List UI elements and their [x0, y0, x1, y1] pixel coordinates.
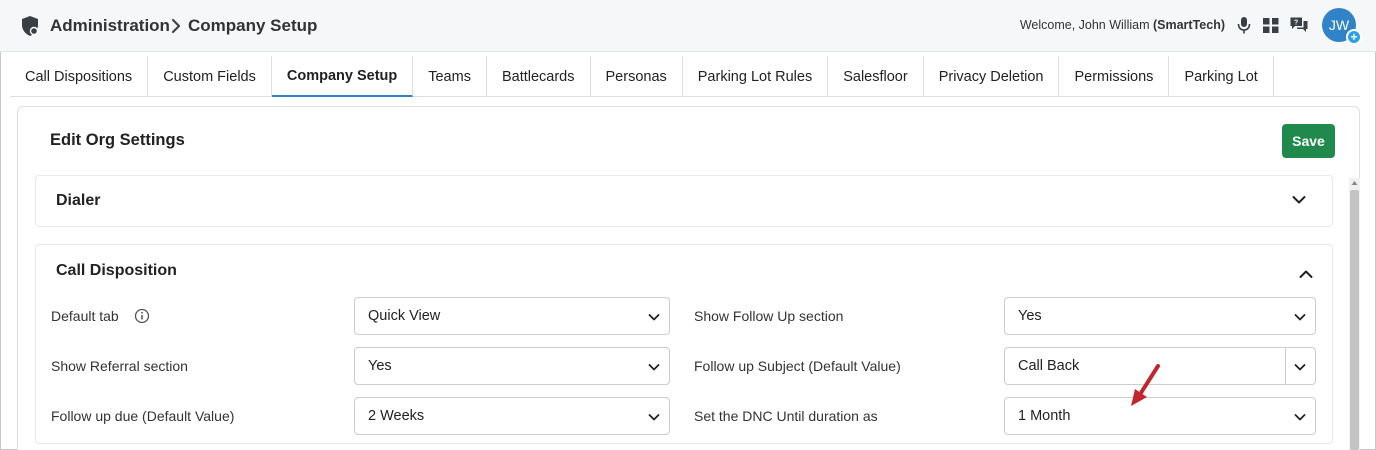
tab-personas[interactable]: Personas [591, 56, 683, 97]
tab-teams[interactable]: Teams [413, 56, 487, 97]
tab-call-dispositions[interactable]: Call Dispositions [10, 56, 149, 97]
tab-parking-lot[interactable]: Parking Lot [1169, 56, 1274, 97]
show-follow-up-value: Yes [1018, 308, 1042, 324]
chevron-right-icon [171, 18, 181, 34]
show-follow-up-select[interactable]: Yes [1004, 297, 1316, 335]
scrollbar-thumb[interactable] [1350, 190, 1359, 450]
chevron-down-icon [1294, 314, 1306, 321]
shield-icon [22, 16, 39, 36]
tab-privacy-deletion[interactable]: Privacy Deletion [924, 56, 1060, 97]
tab-company-setup[interactable]: Company Setup [271, 56, 414, 97]
show-follow-up-label: Show Follow Up section [694, 308, 844, 324]
default-tab-value: Quick View [368, 308, 441, 324]
save-button[interactable]: Save [1282, 124, 1335, 158]
welcome-text: Welcome, John William (SmartTech) [1020, 18, 1225, 32]
breadcrumb-administration[interactable]: Administration [50, 16, 170, 36]
tab-salesfloor[interactable]: Salesfloor [828, 56, 924, 97]
annotation-arrow-icon [1131, 364, 1160, 406]
tab-battlecards[interactable]: Battlecards [487, 56, 591, 97]
welcome-user: Welcome, John William [1019, 18, 1150, 32]
breadcrumb-company-setup: Company Setup [188, 16, 318, 35]
chevron-down-icon [648, 414, 660, 421]
avatar-add-badge[interactable]: + [1346, 29, 1362, 45]
dnc-until-value: 1 Month [1018, 408, 1071, 424]
svg-text:?: ? [1294, 20, 1298, 27]
tab-parking-lot-rules[interactable]: Parking Lot Rules [683, 56, 829, 97]
follow-up-subject-label: Follow up Subject (Default Value) [694, 358, 901, 374]
show-referral-select[interactable]: Yes [354, 347, 670, 385]
section-call-disposition-title: Call Disposition [56, 262, 177, 279]
grid-icon[interactable] [1261, 15, 1281, 35]
dnc-until-label: Set the DNC Until duration as [694, 408, 878, 424]
top-header: Administration Company Setup Welcome, Jo… [0, 0, 1376, 52]
info-icon[interactable] [134, 308, 150, 324]
chevron-up-icon[interactable] [1298, 266, 1314, 282]
default-tab-label: Default tab [51, 308, 119, 324]
tab-custom-fields[interactable]: Custom Fields [148, 56, 272, 97]
combobox-divider [1285, 348, 1286, 384]
settings-tabs: Call Dispositions Custom Fields Company … [10, 56, 1360, 97]
chevron-down-icon[interactable] [1293, 360, 1307, 374]
tab-permissions[interactable]: Permissions [1059, 56, 1170, 97]
scroll-up-arrow-icon[interactable] [1350, 178, 1359, 188]
follow-up-due-value: 2 Weeks [368, 408, 425, 424]
show-referral-label: Show Referral section [51, 358, 188, 374]
chevron-down-icon [648, 364, 660, 371]
tabs-filler [1274, 56, 1360, 96]
follow-up-due-select[interactable]: 2 Weeks [354, 397, 670, 435]
follow-up-subject-value: Call Back [1018, 358, 1080, 374]
page-title: Edit Org Settings [50, 131, 185, 149]
section-dialer[interactable]: Dialer [35, 175, 1333, 227]
follow-up-due-label: Follow up due (Default Value) [51, 408, 235, 424]
chevron-down-icon [1294, 414, 1306, 421]
default-tab-select[interactable]: Quick View [354, 297, 670, 335]
show-referral-value: Yes [368, 358, 392, 374]
welcome-org: (SmartTech) [1152, 18, 1225, 32]
chevron-down-icon [648, 314, 660, 321]
microphone-icon[interactable] [1234, 15, 1254, 35]
chevron-down-icon[interactable] [1291, 192, 1307, 208]
section-dialer-title: Dialer [56, 192, 101, 209]
chat-icon[interactable]: ? [1289, 15, 1309, 35]
